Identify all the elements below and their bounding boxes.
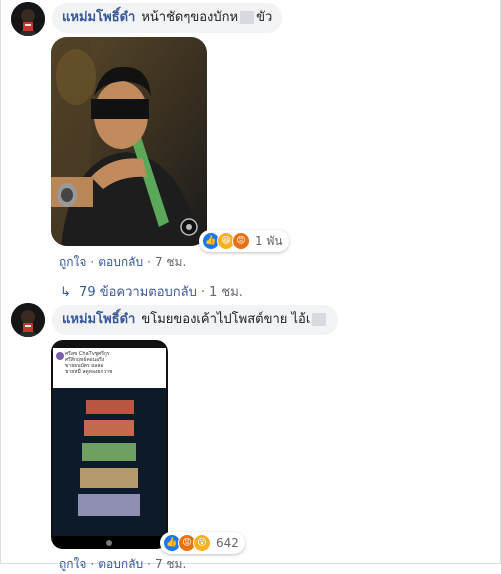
wow-icon: 😮 [193, 534, 211, 552]
comment-text: ขโมยของเค้าไปโพสต์ขาย ไอ้เ [141, 312, 311, 327]
comment-author[interactable]: แหม่มโพธิ์ดำ [62, 312, 135, 327]
reaction-summary[interactable]: 👍 😆 😡 1 พัน [199, 230, 289, 252]
comment-actions: ถูกใจ · ตอบกลับ · 7 ชม. [59, 255, 187, 269]
comment-time[interactable]: 7 ชม. [155, 255, 186, 269]
reply-arrow-icon: ↳ [60, 285, 71, 300]
like-link[interactable]: ถูกใจ [59, 255, 86, 269]
commenter-avatar[interactable] [11, 303, 45, 337]
replies-count[interactable]: 79 ข้อความตอบกลับ [79, 285, 197, 300]
shared-post-header: ศรีสุข ChaTvชูศรีกูร ศรีสิกฤทธ์คอนอรีง ข… [65, 351, 112, 375]
like-link[interactable]: ถูกใจ [59, 557, 86, 571]
commenter-avatar[interactable] [11, 2, 45, 36]
comment-time[interactable]: 7 ชม. [155, 557, 186, 571]
angry-icon: 😡 [232, 232, 250, 250]
reaction-summary[interactable]: 👍 😡 😮 642 [160, 532, 245, 554]
reaction-count: 1 พัน [255, 233, 283, 248]
reply-link[interactable]: ตอบกลับ [98, 557, 143, 571]
comment-photo[interactable]: ศรีสุข ChaTvชูศรีกูร ศรีสิกฤทธ์คอนอรีง ข… [51, 340, 168, 549]
view-replies[interactable]: ↳ 79 ข้อความตอบกลับ · 1 ชม. [60, 281, 243, 302]
comment-photo[interactable] [51, 37, 207, 246]
reply-link[interactable]: ตอบกลับ [98, 255, 143, 269]
comment-bubble: แหม่มโพธิ์ดำ ขโมยของเค้าไปโพสต์ขาย ไอ้เ [52, 305, 339, 335]
censor-mark [240, 11, 255, 24]
comment-author[interactable]: แหม่มโพธิ์ดำ [62, 10, 135, 25]
reaction-count: 642 [216, 536, 239, 550]
replies-time: 1 ชม. [209, 285, 243, 300]
comment-text-end: ขัว [256, 10, 273, 25]
censor-mark [312, 313, 327, 326]
comment-text: หน้าชัดๆของบักห [141, 10, 239, 25]
shared-post-line: ขายหมื่ ลดูทองยกวาช [65, 369, 113, 375]
comment-bubble: แหม่มโพธิ์ดำ หน้าชัดๆของบักห ขัว [52, 3, 283, 33]
